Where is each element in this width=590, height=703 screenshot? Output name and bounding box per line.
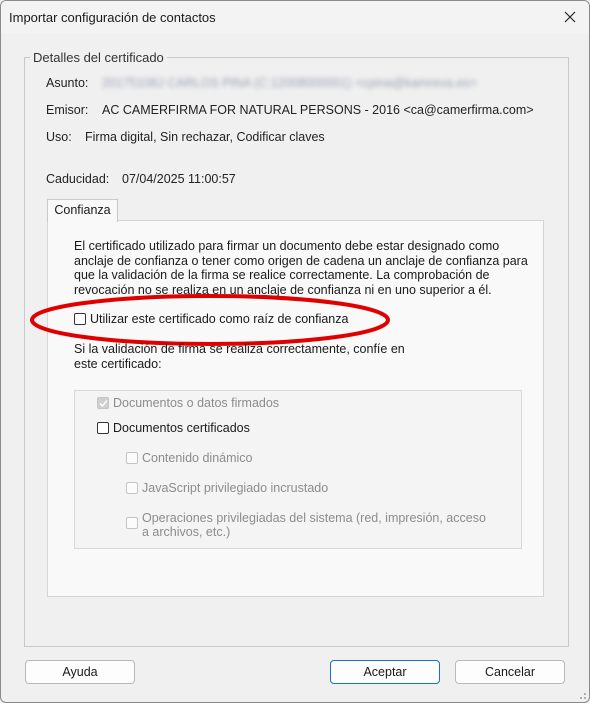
issuer-label: Emisor: [46, 103, 89, 117]
system-ops-label-line2: a archivos, etc.) [142, 525, 231, 539]
certified-docs-label[interactable]: Documentos certificados [113, 421, 250, 435]
trust-description: El certificado utilizado para firmar un … [74, 239, 529, 297]
signed-docs-checkbox[interactable] [97, 397, 109, 409]
trust-description-line: anclaje de confianza o tener como origen… [74, 253, 528, 268]
subject-label: Asunto: [46, 76, 89, 90]
usage-label: Uso: [46, 130, 72, 144]
trust-if-valid-line: este certificado: [74, 356, 162, 371]
system-ops-checkbox[interactable] [126, 517, 138, 529]
help-button[interactable]: Ayuda [25, 660, 135, 684]
dialog-window: Importar configuración de contactos Deta… [0, 0, 590, 703]
close-button[interactable] [557, 5, 583, 29]
trust-if-valid-line: Si la validación de firma se realiza cor… [74, 342, 405, 356]
resize-grip-icon[interactable] [577, 690, 587, 700]
tab-trust[interactable]: Confianza [47, 199, 118, 222]
trust-root-checkbox[interactable] [74, 313, 86, 325]
certified-docs-checkbox[interactable] [97, 422, 109, 434]
title-bar: Importar configuración de contactos [1, 1, 589, 33]
javascript-checkbox[interactable] [126, 482, 138, 494]
usage-value: Firma digital, Sin rechazar, Codificar c… [85, 130, 325, 144]
trust-root-label[interactable]: Utilizar este certificado como raíz de c… [90, 312, 348, 326]
checkmark-icon [99, 400, 108, 408]
subject-value: 20175108J CARLOS PINA (C:12008000001) <c… [102, 76, 477, 90]
dynamic-content-checkbox[interactable] [126, 452, 138, 464]
expiry-label: Caducidad: [46, 172, 110, 186]
subject-row: Asunto: [46, 76, 88, 90]
issuer-value: AC CAMERFIRMA FOR NATURAL PERSONS - 2016… [102, 103, 534, 117]
javascript-label: JavaScript privilegiado incrustado [142, 481, 329, 495]
dynamic-content-label: Contenido dinámico [142, 451, 253, 465]
certificate-details-legend: Detalles del certificado [30, 50, 167, 65]
signed-docs-label: Documentos o datos firmados [113, 396, 280, 410]
cancel-button[interactable]: Cancelar [455, 660, 565, 684]
trust-description-line: revocación no se realiza en un anclaje d… [74, 282, 492, 297]
window-title: Importar configuración de contactos [9, 10, 216, 25]
trust-if-valid-text: Si la validación de firma se realiza cor… [74, 342, 529, 371]
expiry-value: 07/04/2025 11:00:57 [122, 172, 236, 186]
trust-description-line: El certificado utilizado para firmar un … [74, 239, 500, 253]
system-ops-label-line1: Operaciones privilegiadas del sistema (r… [142, 511, 486, 525]
accept-button[interactable]: Aceptar [330, 660, 440, 684]
trust-description-line: que la validación de la firma se realice… [74, 268, 490, 283]
close-icon [564, 11, 576, 23]
